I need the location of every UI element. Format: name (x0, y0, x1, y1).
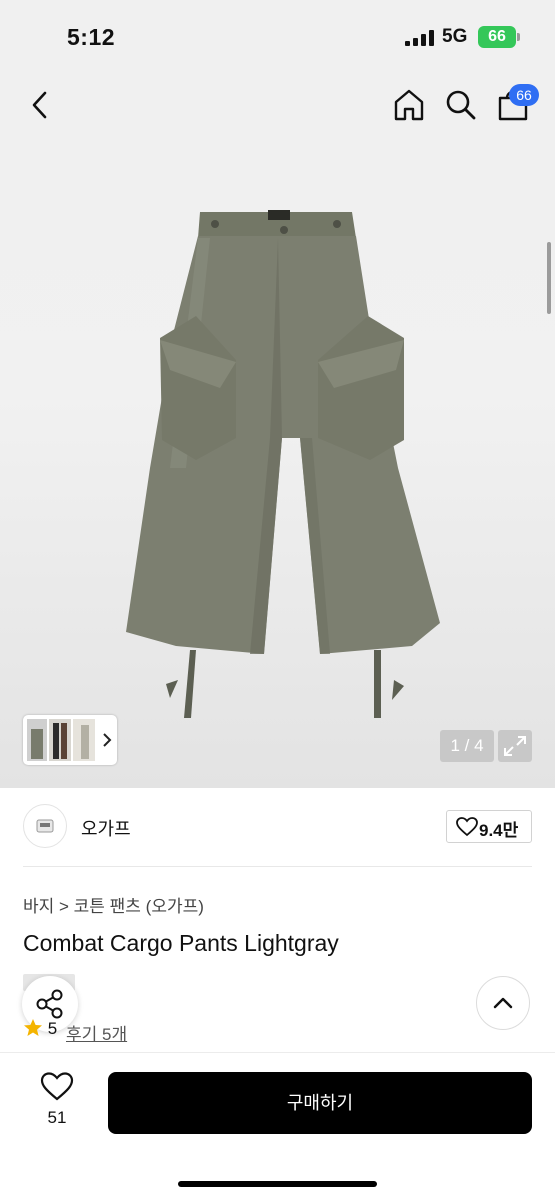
product-image-gallery[interactable] (0, 138, 555, 788)
rating-value: 5 (47, 1019, 58, 1038)
search-icon[interactable] (444, 88, 478, 122)
product-image (126, 210, 440, 718)
home-icon[interactable] (392, 88, 426, 122)
home-indicator (178, 1181, 377, 1187)
thumbnail-strip[interactable] (23, 715, 117, 765)
cart-badge: 66 (509, 84, 539, 106)
scroll-top-button[interactable] (476, 976, 530, 1030)
wishlist-count: 51 (47, 1108, 67, 1127)
wishlist-heart-icon[interactable] (40, 1072, 74, 1102)
review-link[interactable]: 후기 5개 (66, 1020, 127, 1045)
store-like-count: 9.4만 (479, 821, 519, 840)
back-icon[interactable] (28, 90, 52, 120)
buy-button[interactable]: 구매하기 (108, 1072, 532, 1134)
chevron-up-icon (493, 997, 513, 1009)
chevron-right-icon[interactable] (101, 732, 113, 748)
store-logo[interactable] (23, 804, 67, 848)
battery-icon: 66 (478, 26, 516, 48)
network-label: 5G (442, 26, 468, 47)
status-bar: 5:12 5G 66 (0, 0, 555, 72)
breadcrumb[interactable]: 바지 > 코튼 팬츠 (오가프) (23, 892, 204, 917)
signal-icon (405, 30, 434, 46)
rating: 5 (23, 1018, 57, 1039)
image-page-indicator: 1 / 4 (440, 730, 494, 762)
star-icon (24, 1019, 42, 1036)
top-nav (0, 72, 555, 138)
heart-icon (456, 817, 478, 837)
divider (23, 866, 532, 867)
battery-tip (517, 33, 520, 41)
expand-icon (504, 736, 526, 756)
store-logo-image (36, 819, 54, 833)
product-title: Combat Cargo Pants Lightgray (23, 930, 339, 956)
status-time: 5:12 (67, 24, 116, 50)
expand-button[interactable] (498, 730, 532, 762)
scroll-indicator[interactable] (547, 242, 551, 314)
store-name[interactable]: 오가프 (81, 815, 131, 841)
